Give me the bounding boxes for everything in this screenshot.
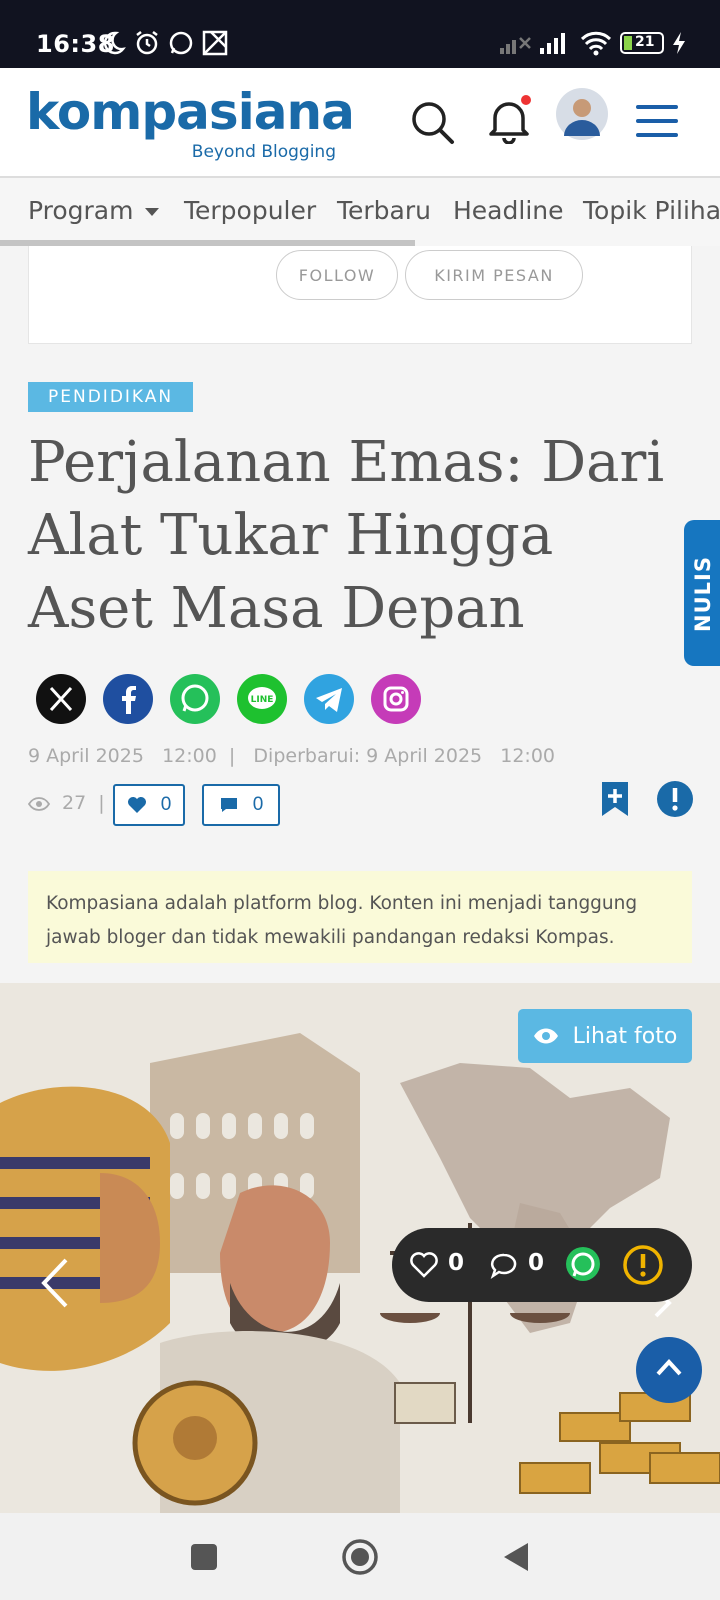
category-nav: Program Terpopuler Terbaru Headline Topi…	[0, 176, 720, 246]
x-icon[interactable]	[36, 674, 86, 724]
telegram-icon[interactable]	[304, 674, 354, 724]
floating-like-count: 0	[448, 1250, 465, 1276]
view-separator: |	[98, 792, 105, 814]
avatar[interactable]	[556, 88, 608, 140]
chevron-down-icon	[145, 208, 160, 216]
nav-item-terpopuler[interactable]: Terpopuler	[184, 196, 316, 225]
battery-level: 21	[635, 34, 655, 50]
bell-icon[interactable]	[485, 94, 533, 144]
comment-outline-icon[interactable]	[490, 1252, 518, 1280]
comment-icon	[220, 798, 237, 812]
nav-item-headline[interactable]: Headline	[453, 196, 564, 225]
site-header: kompasiana Beyond Blogging	[0, 68, 720, 176]
chevron-left-icon[interactable]	[40, 1258, 70, 1308]
battery-icon: 21	[620, 32, 664, 54]
back-button[interactable]	[502, 1541, 530, 1573]
comment-button[interactable]: 0	[202, 784, 280, 826]
eye-icon	[533, 1028, 558, 1044]
facebook-icon[interactable]	[103, 674, 153, 724]
nav-item-label: Program	[28, 196, 134, 225]
line-icon[interactable]: LINE	[237, 674, 287, 724]
follow-button[interactable]: FOLLOW	[276, 250, 398, 300]
system-navigation-bar	[0, 1513, 720, 1600]
svg-text:LINE: LINE	[251, 695, 274, 705]
write-tab-label: NULIS	[691, 556, 715, 632]
send-message-button[interactable]: KIRIM PESAN	[405, 250, 583, 300]
view-count: 27 |	[27, 792, 105, 814]
signal-icon	[540, 33, 565, 54]
nav-item-topik-pilihan[interactable]: Topik Pilihan	[583, 196, 720, 225]
heart-outline-icon[interactable]	[410, 1252, 438, 1278]
author-card: FOLLOW KIRIM PESAN	[28, 246, 692, 344]
nav-item-terbaru[interactable]: Terbaru	[337, 196, 431, 225]
recents-button[interactable]	[191, 1544, 217, 1570]
category-badge[interactable]: PENDIDIKAN	[28, 382, 194, 412]
like-count: 0	[160, 794, 172, 815]
wifi-icon	[580, 31, 612, 56]
chevron-up-icon	[656, 1359, 682, 1376]
floating-action-bar: 0 0	[392, 1228, 692, 1302]
nav-item-program[interactable]: Program	[28, 196, 160, 225]
search-icon[interactable]	[410, 100, 456, 146]
home-button[interactable]	[341, 1538, 379, 1576]
moon-icon	[103, 31, 126, 55]
signal-off-icon	[500, 37, 531, 54]
alarm-icon	[136, 31, 158, 55]
report-icon[interactable]	[622, 1244, 664, 1286]
status-bar: 16:38 21	[0, 0, 720, 68]
disclaimer-box: Kompasiana adalah platform blog. Konten …	[28, 871, 692, 963]
report-icon[interactable]	[656, 780, 694, 818]
view-photo-button[interactable]: Lihat foto	[518, 1009, 692, 1063]
logo-tagline: Beyond Blogging	[191, 142, 336, 162]
kompasiana-logo[interactable]: kompasiana Beyond Blogging	[26, 82, 355, 162]
gallery-icon	[202, 30, 228, 56]
write-side-tab[interactable]: NULIS	[684, 520, 720, 666]
article-title: Perjalanan Emas: Dari Alat Tukar Hingga …	[28, 430, 665, 641]
view-photo-label: Lihat foto	[572, 1023, 678, 1049]
whatsapp-share-icon[interactable]	[562, 1244, 604, 1286]
heart-icon	[127, 797, 146, 813]
like-button[interactable]: 0	[113, 784, 185, 826]
comment-count: 0	[252, 794, 264, 815]
whatsapp-icon	[169, 31, 193, 55]
floating-comment-count: 0	[528, 1250, 545, 1276]
logo-wordmark: kompasiana	[26, 83, 355, 141]
view-count-value: 27	[62, 792, 87, 814]
eye-icon	[27, 796, 51, 811]
menu-icon[interactable]	[636, 104, 678, 138]
scroll-to-top-button[interactable]	[636, 1337, 702, 1403]
charging-icon	[673, 32, 685, 54]
instagram-icon[interactable]	[371, 674, 421, 724]
publish-date: 9 April 2025 12:00 | Diperbarui: 9 April…	[28, 745, 555, 767]
whatsapp-icon[interactable]	[170, 674, 220, 724]
bookmark-add-icon[interactable]	[600, 780, 630, 818]
